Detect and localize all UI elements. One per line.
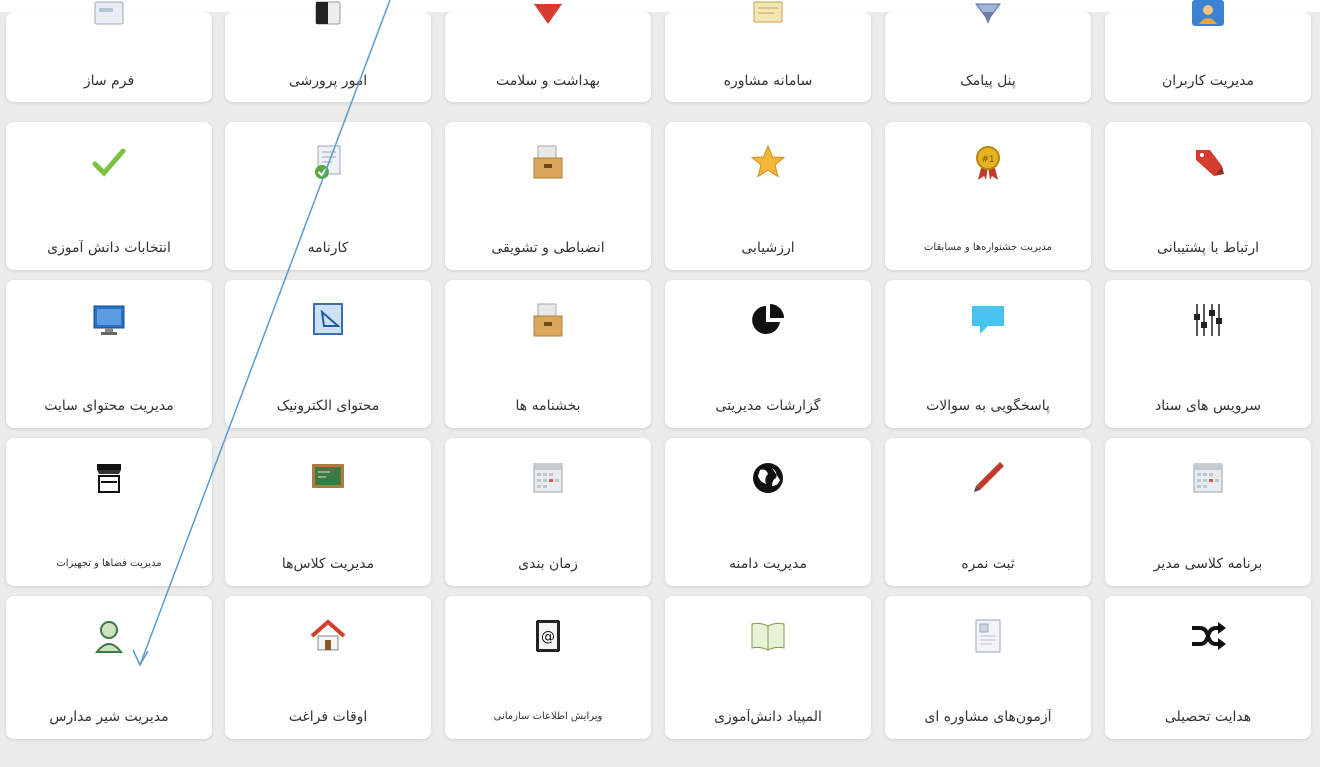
tile-label: محتوای الکترونیک bbox=[276, 398, 380, 414]
tile-upbringing[interactable]: امور پرورشی bbox=[225, 1, 431, 102]
tile-archive-box[interactable]: انضباطی و تشویقی bbox=[445, 122, 651, 270]
archive-box-icon bbox=[526, 140, 570, 184]
svg-text:@: @ bbox=[541, 629, 555, 645]
tile-checkmark[interactable]: انتخابات دانش آموزی bbox=[6, 122, 212, 270]
award-ribbon-icon: #1 bbox=[966, 140, 1010, 184]
monitor-icon bbox=[87, 298, 131, 342]
tile-calendar[interactable]: زمان بندی bbox=[445, 438, 651, 586]
tile-sms[interactable]: پنل پیامک bbox=[885, 3, 1091, 102]
tile-label: آزمون‌های مشاوره ای bbox=[924, 709, 1052, 725]
tile-store[interactable]: مدیریت فضاها و تجهیزات bbox=[6, 438, 212, 586]
pie-chart-icon bbox=[746, 298, 790, 342]
tile-label: کارنامه bbox=[307, 240, 349, 256]
tile-star[interactable]: ارزشیابی bbox=[665, 122, 871, 270]
tile-address-book[interactable]: @ ویرایش اطلاعات سازمانی bbox=[445, 596, 651, 739]
tile-label: مدیریت فضاها و تجهیزات bbox=[56, 558, 162, 569]
tile-tag[interactable]: ارتباط با پشتیبانی bbox=[1105, 122, 1311, 270]
tile-label: بخشنامه ها bbox=[515, 398, 581, 414]
tile-form-builder[interactable]: فرم ساز bbox=[6, 1, 212, 102]
tile-label: فرم ساز bbox=[83, 73, 135, 89]
sms-icon bbox=[966, 0, 1010, 36]
tile-pie-chart[interactable]: گزارشات مدیریتی bbox=[665, 280, 871, 428]
archive-box-icon bbox=[526, 298, 570, 342]
svg-text:#1: #1 bbox=[981, 155, 994, 165]
sliders-icon bbox=[1186, 298, 1230, 342]
tile-label: پنل پیامک bbox=[960, 73, 1016, 89]
tile-label: زمان بندی bbox=[518, 556, 578, 572]
calendar-icon bbox=[1186, 456, 1230, 500]
tile-label: مدیریت شیر مدارس bbox=[49, 709, 169, 725]
tile-label: انتخابات دانش آموزی bbox=[47, 240, 171, 256]
app-grid: مدیریت کاربران پنل پیامک سامانه مشاوره بهدا… bbox=[0, 0, 1320, 767]
tile-report-card[interactable]: کارنامه bbox=[225, 122, 431, 270]
tile-label: مدیریت کلاس‌ها bbox=[281, 556, 375, 572]
tile-label: سامانه مشاوره bbox=[723, 73, 813, 89]
milk-girl-icon bbox=[87, 614, 131, 658]
tile-archive-box[interactable]: بخشنامه ها bbox=[445, 280, 651, 428]
tile-calendar[interactable]: برنامه کلاسی مدیر bbox=[1105, 438, 1311, 586]
open-book-icon bbox=[746, 614, 790, 658]
upbringing-icon bbox=[306, 0, 350, 36]
calendar-icon bbox=[526, 456, 570, 500]
address-book-icon: @ bbox=[526, 614, 570, 658]
tile-user-folder[interactable]: مدیریت کاربران bbox=[1105, 0, 1311, 102]
home-icon bbox=[306, 614, 350, 658]
tile-label: امور پرورشی bbox=[288, 73, 368, 89]
tile-label: ارزشیابی bbox=[741, 240, 795, 256]
tile-award-ribbon[interactable]: #1 مدیریت جشنواره‌ها و مسابقات bbox=[885, 122, 1091, 270]
tile-document[interactable]: آزمون‌های مشاوره ای bbox=[885, 596, 1091, 739]
checkmark-icon bbox=[87, 140, 131, 184]
tile-label: برنامه کلاسی مدیر bbox=[1153, 556, 1263, 572]
tile-label: ثبت نمره bbox=[961, 556, 1015, 572]
tile-label: انضباطی و تشویقی bbox=[491, 240, 605, 256]
tile-electronic-content[interactable]: محتوای الکترونیک bbox=[225, 280, 431, 428]
tile-label: مدیریت کاربران bbox=[1161, 73, 1255, 89]
chalkboard-icon bbox=[306, 456, 350, 500]
shuffle-icon bbox=[1186, 614, 1230, 658]
form-builder-icon bbox=[87, 0, 131, 36]
tile-sliders[interactable]: سرویس های سناد bbox=[1105, 280, 1311, 428]
star-icon bbox=[746, 140, 790, 184]
tile-label: پاسخگویی به سوالات bbox=[926, 398, 1050, 414]
tile-label: ویرایش اطلاعات سازمانی bbox=[493, 711, 603, 722]
globe-icon bbox=[746, 456, 790, 500]
report-card-icon bbox=[306, 140, 350, 184]
document-icon bbox=[966, 614, 1010, 658]
tile-shuffle[interactable]: هدایت تحصیلی bbox=[1105, 596, 1311, 739]
health-icon bbox=[526, 0, 570, 36]
tile-chalkboard[interactable]: مدیریت کلاس‌ها bbox=[225, 438, 431, 586]
tile-label: مدیریت محتوای سایت bbox=[44, 398, 174, 414]
tag-icon bbox=[1186, 140, 1230, 184]
pen-icon bbox=[966, 456, 1010, 500]
tile-pen[interactable]: ثبت نمره bbox=[885, 438, 1091, 586]
tile-label: هدایت تحصیلی bbox=[1164, 709, 1252, 725]
tile-label: سرویس های سناد bbox=[1155, 398, 1261, 414]
tile-home[interactable]: اوقات فراغت bbox=[225, 596, 431, 739]
electronic-content-icon bbox=[306, 298, 350, 342]
user-folder-icon bbox=[1186, 0, 1230, 36]
tile-label: بهداشت و سلامت bbox=[495, 73, 601, 89]
tile-globe[interactable]: مدیریت دامنه bbox=[665, 438, 871, 586]
tile-label: ارتباط با پشتیبانی bbox=[1157, 240, 1259, 256]
consult-icon bbox=[746, 0, 790, 36]
tile-health[interactable]: بهداشت و سلامت bbox=[445, 4, 651, 102]
tile-consult[interactable]: سامانه مشاوره bbox=[665, 1, 871, 102]
tile-label: المپیاد دانش‌آموزی bbox=[714, 709, 822, 725]
tile-milk-girl[interactable]: مدیریت شیر مدارس bbox=[6, 596, 212, 739]
tile-label: گزارشات مدیریتی bbox=[715, 398, 821, 414]
tile-label: مدیریت دامنه bbox=[729, 556, 807, 572]
speech-bubble-icon bbox=[966, 298, 1010, 342]
tile-label: اوقات فراغت bbox=[288, 709, 368, 725]
store-icon bbox=[87, 456, 131, 500]
tile-label: مدیریت جشنواره‌ها و مسابقات bbox=[924, 242, 1052, 253]
tile-speech-bubble[interactable]: پاسخگویی به سوالات bbox=[885, 280, 1091, 428]
tile-open-book[interactable]: المپیاد دانش‌آموزی bbox=[665, 596, 871, 739]
tile-monitor[interactable]: مدیریت محتوای سایت bbox=[6, 280, 212, 428]
